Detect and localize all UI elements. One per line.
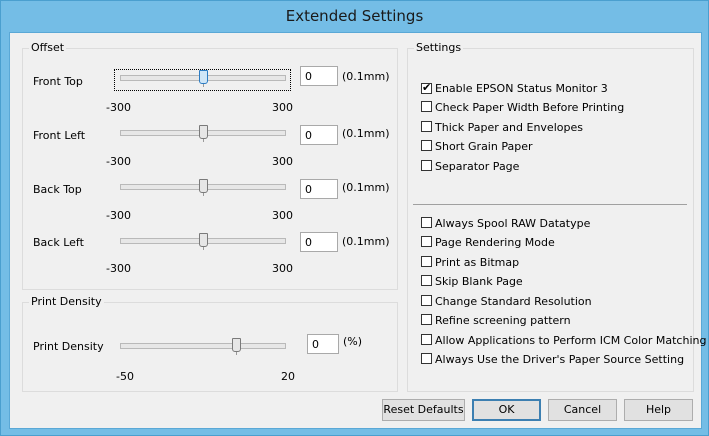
print-density-slider-thumb[interactable] [232, 338, 241, 352]
front-left-label: Front Left [33, 129, 86, 142]
back-left-label: Back Left [33, 236, 84, 249]
check-paper-width-label: Check Paper Width Before Printing [435, 101, 625, 114]
print-density-max: 20 [281, 370, 295, 383]
print-density-unit: (%) [343, 335, 363, 348]
print-as-bitmap-checkbox[interactable] [421, 256, 432, 267]
slider-tick [203, 193, 204, 196]
back-left-max: 300 [272, 262, 293, 275]
spool-raw-label: Always Spool RAW Datatype [435, 217, 591, 230]
print-density-group-label: Print Density [29, 295, 104, 308]
window-title: Extended Settings [285, 7, 424, 25]
front-top-max: 300 [272, 101, 293, 114]
front-top-input[interactable]: 0 [300, 66, 338, 86]
back-left-slider-thumb[interactable] [199, 233, 208, 247]
back-left-unit: (0.1mm) [342, 235, 390, 248]
slider-tick [236, 352, 237, 355]
page-rendering-checkbox[interactable] [421, 236, 432, 247]
dialog-client: Offset Front Top -300 300 0 (0.1mm) Fron… [9, 32, 706, 429]
settings-divider [413, 204, 687, 205]
offset-group-label: Offset [29, 41, 67, 54]
slider-tick [203, 84, 204, 87]
change-resolution-label: Change Standard Resolution [435, 295, 592, 308]
front-top-min: -300 [106, 101, 131, 114]
skip-blank-page-label: Skip Blank Page [435, 275, 523, 288]
thick-paper-label: Thick Paper and Envelopes [435, 121, 583, 134]
print-density-label: Print Density [33, 340, 104, 353]
front-top-label: Front Top [33, 75, 83, 88]
slider-tick [203, 247, 204, 250]
enable-status-monitor-checkbox[interactable] [421, 81, 432, 94]
dialog-window: Extended Settings Offset Front Top -300 … [0, 0, 709, 436]
title-bar[interactable]: Extended Settings [1, 1, 708, 32]
spool-raw-checkbox[interactable] [421, 217, 432, 228]
front-top-slider-thumb[interactable] [199, 70, 208, 84]
driver-paper-source-checkbox[interactable] [421, 353, 432, 364]
print-density-input[interactable]: 0 [307, 334, 339, 354]
driver-paper-source-label: Always Use the Driver's Paper Source Set… [435, 353, 685, 366]
print-density-min: -50 [116, 370, 134, 383]
page-rendering-label: Page Rendering Mode [435, 236, 555, 249]
ok-button[interactable]: OK [472, 399, 541, 421]
short-grain-paper-label: Short Grain Paper [435, 140, 533, 153]
separator-page-label: Separator Page [435, 160, 520, 173]
back-left-input[interactable]: 0 [300, 232, 338, 252]
slider-tick [203, 139, 204, 142]
back-top-max: 300 [272, 209, 293, 222]
front-top-unit: (0.1mm) [342, 70, 390, 83]
short-grain-paper-checkbox[interactable] [421, 140, 432, 151]
icm-color-matching-checkbox[interactable] [421, 334, 432, 345]
cancel-button[interactable]: Cancel [548, 399, 617, 421]
check-paper-width-checkbox[interactable] [421, 101, 432, 112]
reset-defaults-button[interactable]: Reset Defaults [382, 399, 465, 421]
thick-paper-checkbox[interactable] [421, 121, 432, 132]
help-button[interactable]: Help [624, 399, 693, 421]
back-left-min: -300 [106, 262, 131, 275]
front-left-input[interactable]: 0 [300, 125, 338, 145]
front-left-min: -300 [106, 155, 131, 168]
separator-page-checkbox[interactable] [421, 160, 432, 171]
change-resolution-checkbox[interactable] [421, 295, 432, 306]
back-top-slider-thumb[interactable] [199, 179, 208, 193]
settings-group-label: Settings [414, 41, 464, 54]
front-left-unit: (0.1mm) [342, 127, 390, 140]
icm-color-matching-label: Allow Applications to Perform ICM Color … [435, 334, 707, 347]
back-top-input[interactable]: 0 [300, 179, 338, 199]
refine-screening-checkbox[interactable] [421, 314, 432, 325]
print-density-slider-track[interactable] [120, 343, 286, 349]
back-top-unit: (0.1mm) [342, 181, 390, 194]
enable-status-monitor-label: Enable EPSON Status Monitor 3 [435, 82, 608, 95]
back-top-min: -300 [106, 209, 131, 222]
print-as-bitmap-label: Print as Bitmap [435, 256, 520, 269]
back-top-label: Back Top [33, 183, 82, 196]
skip-blank-page-checkbox[interactable] [421, 275, 432, 286]
refine-screening-label: Refine screening pattern [435, 314, 571, 327]
front-left-slider-thumb[interactable] [199, 125, 208, 139]
front-left-max: 300 [272, 155, 293, 168]
